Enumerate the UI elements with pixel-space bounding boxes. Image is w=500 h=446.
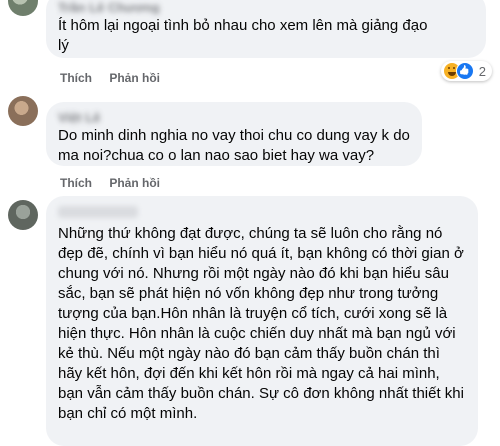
comment-text: Ít hôm lại ngoại tình bỏ nhau cho xem lê… [58,17,428,54]
comment-author[interactable]: Việt Lê [58,110,410,124]
comment-author[interactable]: Trần Lê Chương [58,0,474,14]
reaction-count: 2 [478,63,486,79]
comment-text: Do minh dinh nghia no vay thoi chu co du… [58,127,410,164]
reply-button[interactable]: Phản hồi [109,71,160,85]
like-button[interactable]: Thích [60,71,92,85]
comment-bubble: Những thứ không đạt được, chúng ta sẽ lu… [46,196,478,446]
avatar[interactable] [8,96,38,126]
comment-bubble: Trần Lê Chương Ít hôm lại ngoại tình bỏ … [46,0,486,58]
avatar[interactable] [8,0,38,16]
comment-text: Những thứ không đạt được, chúng ta sẽ lu… [58,225,464,422]
comment-actions: Thích Phản hồi [60,176,174,190]
like-button[interactable]: Thích [60,176,92,190]
comment-bubble: Việt Lê Do minh dinh nghia no vay thoi c… [46,102,422,166]
reply-button[interactable]: Phản hồi [109,176,160,190]
comment-actions: Thích Phản hồi [60,71,174,85]
reactions-summary[interactable]: 2 [440,61,492,81]
comment-author[interactable] [58,206,138,218]
like-icon [455,62,474,80]
avatar[interactable] [8,200,38,230]
